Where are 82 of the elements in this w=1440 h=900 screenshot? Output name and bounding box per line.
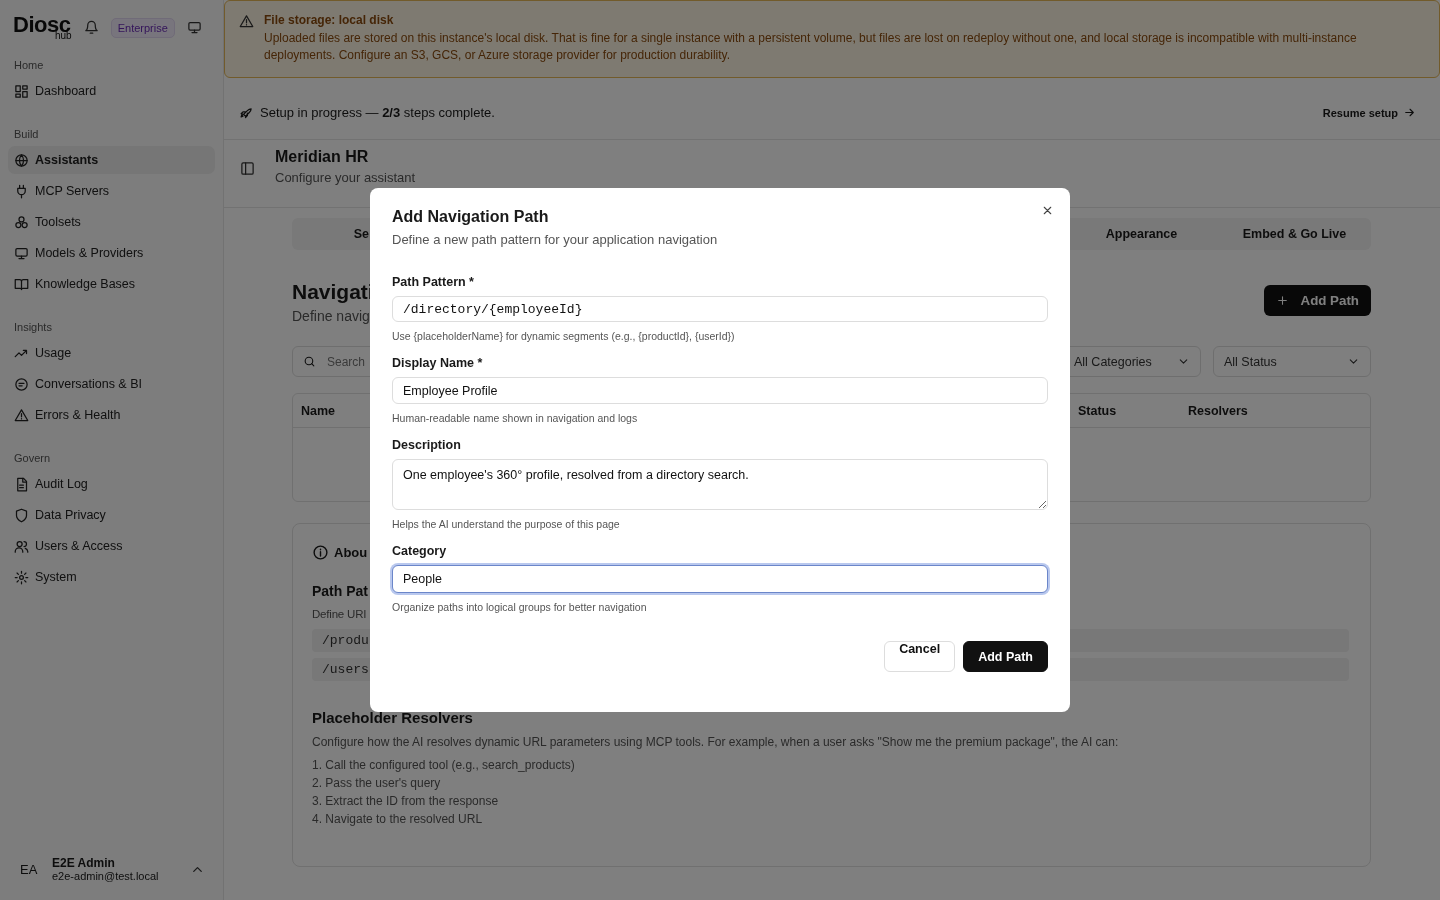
resume-setup-link[interactable]: Resume setup — [1322, 106, 1416, 119]
sidebar-item[interactable]: Conversations & BI — [8, 370, 215, 398]
sidebar-item[interactable]: Knowledge Bases — [8, 270, 215, 298]
user-name: E2E Admin — [52, 856, 116, 870]
circles-icon — [14, 214, 29, 230]
assistant-subtitle: Configure your assistant — [275, 170, 416, 185]
rocket-icon — [238, 105, 253, 120]
globe-icon — [14, 152, 29, 168]
sidebar-item[interactable]: Models & Providers — [8, 239, 215, 267]
section-text: Define URI — [312, 608, 367, 620]
document-icon — [14, 476, 29, 492]
plus-icon — [1275, 294, 1289, 307]
sidebar-item[interactable]: Usage — [8, 339, 215, 367]
chat-icon — [14, 376, 29, 392]
list-item: 2. Pass the user's query — [312, 776, 441, 790]
column-header: Status — [1077, 403, 1118, 418]
field-hint: Organize paths into logical groups for better navigation — [392, 601, 648, 613]
field-label: Description — [392, 437, 462, 452]
banner-title: File storage: local disk — [264, 13, 395, 27]
field-hint: Use {placeholderName} for dynamic segments (e.g., {productId}, {userId}) — [392, 330, 736, 343]
close-icon — [1041, 204, 1054, 217]
monitor-icon — [14, 245, 29, 261]
list-item: 4. Navigate to the resolved URL — [312, 812, 483, 826]
page-subtitle: Define navig — [292, 308, 371, 324]
shield-icon — [14, 507, 29, 523]
tab[interactable]: Se — [292, 227, 369, 241]
add-path-button[interactable]: Add Path — [963, 641, 1048, 672]
text-area[interactable]: One employee's 360° profile, resolved from a directory search. — [392, 458, 1048, 510]
sidebar-item[interactable]: Errors & Health — [8, 401, 215, 429]
section-heading: Build — [13, 128, 40, 140]
assistant-title: Meridian HR — [275, 148, 370, 166]
arrow-right-icon — [1403, 106, 1416, 119]
panel-icon — [240, 161, 255, 176]
info-icon — [312, 544, 329, 561]
banner-message: Uploaded files are stored on this instance's local disk. That is fine for a single instance with a persistent volume, but files are lost on redeploy without one, and local storage is incompatible with multi-instance deployments. Configure an S3, GCS, or Azure storage provider for production durability. — [264, 30, 1358, 64]
filter-dropdown[interactable]: All Status — [1213, 346, 1371, 377]
monitor-icon — [186, 20, 202, 35]
input-field[interactable]: /directory/{employeeId} — [392, 296, 1048, 323]
section-text: Configure how the AI resolves dynamic URL parameters using MCP tools. For example, when a user asks "Show me the premium package", the AI can: — [312, 735, 1119, 749]
grid-icon — [14, 83, 29, 99]
sidebar-item[interactable]: Audit Log — [8, 470, 215, 498]
list-item: 1. Call the configured tool (e.g., search_products) — [312, 758, 575, 772]
user-initials: EA — [20, 861, 39, 877]
tab[interactable]: Embed & Go Live — [1218, 227, 1371, 241]
section-heading: Insights — [13, 321, 53, 333]
card-title: Abou — [334, 545, 368, 560]
dialog-subtitle: Define a new path pattern for your application navigation — [392, 232, 719, 247]
sidebar-item[interactable]: Assistants — [8, 146, 215, 174]
plan-badge: Enterprise — [110, 17, 175, 38]
users-icon — [14, 538, 29, 554]
warning-icon — [239, 14, 254, 29]
cancel-button[interactable]: Cancel — [884, 641, 956, 672]
section-title: Path Pat — [312, 583, 368, 599]
field-label: Category — [392, 543, 448, 558]
sidebar-item[interactable]: Users & Access — [8, 532, 215, 560]
section-heading: Govern — [13, 452, 52, 464]
user-email: e2e-admin@test.local — [52, 870, 160, 882]
sidebar-item[interactable]: Dashboard — [8, 77, 215, 105]
dialog-title: Add Navigation Path — [392, 208, 550, 226]
sidebar-item[interactable]: MCP Servers — [8, 177, 215, 205]
field-hint: Helps the AI understand the purpose of this page — [392, 517, 621, 530]
input-field[interactable]: People — [392, 564, 1048, 593]
input-field[interactable]: Employee Profile — [392, 377, 1048, 404]
list-item: 3. Extract the ID from the response — [312, 794, 499, 808]
field-hint: Human-readable name shown in navigation and logs — [392, 411, 639, 424]
plug-icon — [14, 183, 29, 199]
sidebar-item[interactable]: Data Privacy — [8, 501, 215, 529]
section-heading: Home — [13, 59, 45, 71]
setup-message: Setup in progress — 2/3 steps complete. — [260, 105, 496, 120]
sidebar-item[interactable]: Toolsets — [8, 208, 215, 236]
page-title: Navigati — [292, 280, 374, 304]
field-label: Path Pattern * — [392, 275, 475, 289]
section-title: Placeholder Resolvers — [312, 709, 473, 726]
warning-icon — [14, 407, 29, 423]
book-icon — [14, 276, 29, 292]
bell-icon — [83, 20, 99, 35]
field-label: Display Name * — [392, 356, 484, 371]
search-icon — [303, 355, 316, 368]
add-path-button[interactable]: Add Path — [1263, 285, 1371, 316]
sidebar-toggle-button[interactable] — [238, 159, 257, 178]
sidebar-item[interactable]: System — [8, 563, 215, 591]
column-header: Resolvers — [1187, 403, 1249, 418]
